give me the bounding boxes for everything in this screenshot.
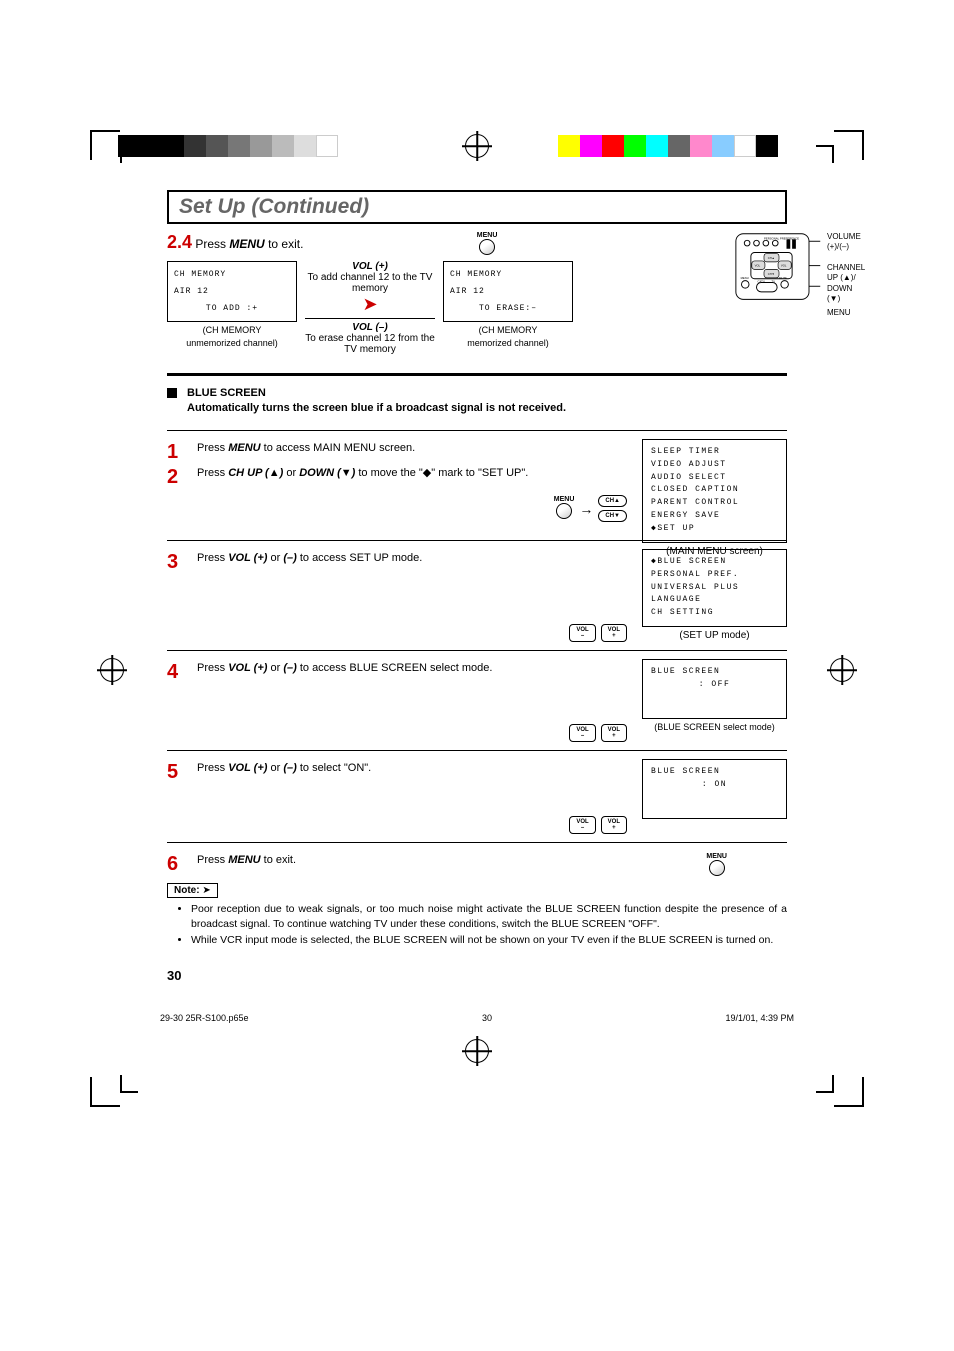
vol-buttons: VOL– VOL+ — [569, 816, 627, 834]
svg-text:VOL: VOL — [755, 264, 761, 268]
vol-minus-button[interactable]: VOL– — [569, 724, 595, 742]
blue-screen-on-osd: BLUE SCREEN : ON — [642, 759, 787, 819]
step-3: 3 Press VOL (+) or (–) to access SET UP … — [167, 540, 787, 650]
registration-mark — [465, 134, 489, 158]
vol-minus-button[interactable]: VOL– — [569, 624, 595, 642]
vol-plus-button[interactable]: VOL+ — [601, 624, 627, 642]
registration-mark-right — [830, 658, 854, 682]
square-bullet-icon — [167, 388, 177, 398]
section-title: Set Up (Continued) — [167, 190, 787, 224]
step-4: 4 Press VOL (+) or (–) to access BLUE SC… — [167, 650, 787, 750]
vol-minus-button[interactable]: VOL– — [569, 816, 595, 834]
ch-down-button[interactable]: CH▼ — [598, 510, 627, 522]
vol-plus-button[interactable]: VOL+ — [601, 816, 627, 834]
footer-date: 19/1/01, 4:39 PM — [725, 1013, 794, 1023]
arrow-right-icon: ➤ — [305, 294, 435, 315]
blue-screen-heading: BLUE SCREEN Automatically turns the scre… — [167, 386, 787, 416]
vol-plus-button[interactable]: VOL+ — [601, 724, 627, 742]
osd-unmemorized: CH MEMORY AIR 12 TO ADD :+ — [167, 261, 297, 322]
menu-ch-buttons: MENU → CH▲ CH▼ — [554, 495, 627, 522]
menu-button-icon: MENU — [554, 496, 575, 521]
color-bars — [558, 135, 778, 157]
svg-text:MUTE: MUTE — [779, 276, 787, 280]
blue-screen-off-osd: BLUE SCREEN : OFF (BLUE SCREEN select mo… — [642, 659, 787, 732]
step-number: 2.4 — [167, 232, 192, 252]
print-registration-top — [0, 90, 954, 170]
menu-button: MENU — [706, 853, 727, 878]
ch-up-button[interactable]: CH▲ — [598, 495, 627, 507]
osd-memorized: CH MEMORY AIR 12 TO ERASE:– — [443, 261, 573, 322]
vol-buttons: VOL– VOL+ — [569, 724, 627, 742]
step-5: 5 Press VOL (+) or (–) to select "ON". V… — [167, 750, 787, 842]
vol-buttons: VOL– VOL+ — [569, 624, 627, 642]
footer-page: 30 — [482, 1013, 492, 1023]
menu-button-icon: MENU — [477, 232, 498, 257]
registration-mark — [465, 1039, 489, 1063]
page-number: 30 — [167, 968, 787, 983]
step-2-4: 2.4 Press MENU to exit. MENU CH MEMORY A… — [167, 232, 787, 355]
main-menu-osd: SLEEP TIMERVIDEO ADJUSTAUDIO SELECT CLOS… — [642, 439, 787, 557]
menu-button-icon: MENU — [706, 853, 727, 878]
svg-text:TV: TV — [772, 280, 776, 284]
step-6: 6 Press MENU to exit. MENU — [167, 842, 787, 882]
page-content: Set Up (Continued) 2.4 Press MENU to exi… — [167, 190, 787, 983]
svg-text:VOL: VOL — [781, 264, 787, 268]
grayscale-bars — [118, 135, 338, 157]
svg-text:PERSONAL PREFERENCE: PERSONAL PREFERENCE — [764, 236, 799, 240]
svg-text:CH▼: CH▼ — [768, 272, 775, 276]
svg-text:CH▲: CH▲ — [768, 256, 775, 260]
footer-filename: 29-30 25R-S100.p65e — [160, 1013, 249, 1023]
setup-osd: ◆BLUE SCREEN PERSONAL PREF. UNIVERSAL PL… — [642, 549, 787, 641]
print-registration-bottom: 29-30 25R-S100.p65e 30 19/1/01, 4:39 PM — [0, 1013, 954, 1113]
svg-text:MENU: MENU — [741, 276, 749, 280]
remote-diagram: PERSONAL PREFERENCE CH▲ VOL VOL CH▼ MENU… — [729, 230, 829, 308]
svg-text:CATV: CATV — [757, 280, 764, 284]
steps-1-2: 1 Press MENU to access MAIN MENU screen.… — [167, 430, 787, 540]
note-section: Note: ➤ Poor reception due to weak signa… — [167, 882, 787, 948]
registration-mark-left — [100, 658, 124, 682]
